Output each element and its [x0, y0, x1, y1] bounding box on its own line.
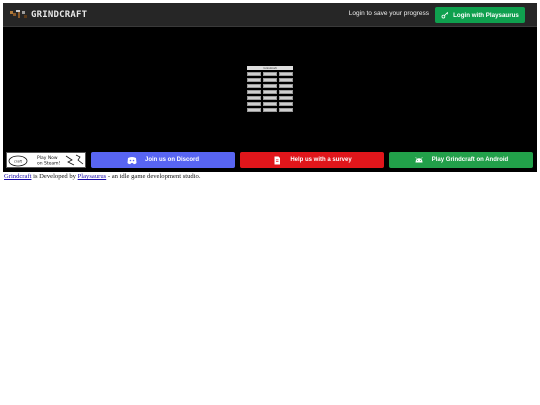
key-icon — [441, 11, 449, 19]
grid-tile[interactable] — [279, 96, 293, 100]
top-bar: GRINDCRAFT Login to save your progress L… — [3, 3, 537, 27]
game-title: Grindcraft — [247, 66, 293, 70]
survey-button-label: Help us with a survey — [290, 157, 352, 163]
footer-text-2: - an idle game development studio. — [106, 173, 201, 180]
grid-tile[interactable] — [247, 84, 261, 88]
grid-tile[interactable] — [247, 102, 261, 106]
grid-tile[interactable] — [247, 108, 261, 112]
grid-tile[interactable] — [263, 84, 277, 88]
svg-text:craft: craft — [14, 160, 23, 164]
game-window: GRINDCRAFT Login to save your progress L… — [3, 3, 537, 172]
grindcraft-link[interactable]: Grindcraft — [4, 173, 31, 180]
game-canvas[interactable]: Grindcraft — [247, 66, 293, 112]
grid-tile[interactable] — [263, 78, 277, 82]
android-button-label: Play Grindcraft on Android — [431, 157, 509, 163]
grid-tile[interactable] — [279, 90, 293, 94]
login-button-label: Login with Playsaurus — [453, 11, 519, 19]
grid-tile[interactable] — [279, 108, 293, 112]
grid-tile[interactable] — [263, 90, 277, 94]
svg-text:on Steam!: on Steam! — [37, 161, 61, 167]
logo-text: GRINDCRAFT — [31, 10, 88, 20]
grid-tile[interactable] — [279, 78, 293, 82]
pickaxe-logo-icon — [10, 10, 27, 18]
grid-tile[interactable] — [279, 84, 293, 88]
playsaurus-link[interactable]: Playsaurus — [78, 173, 107, 180]
grid-tile[interactable] — [279, 102, 293, 106]
login-prompt: Login to save your progress — [348, 10, 429, 17]
discord-button[interactable]: Join us on Discord — [91, 152, 235, 168]
discord-icon — [127, 156, 137, 164]
svg-text:Play Now: Play Now — [37, 155, 58, 161]
grid-tile[interactable] — [263, 102, 277, 106]
steam-badge-art: craft Play Now on Steam! — [6, 152, 86, 168]
grid-tile[interactable] — [263, 108, 277, 112]
grid-tile[interactable] — [247, 90, 261, 94]
login-button[interactable]: Login with Playsaurus — [435, 7, 525, 23]
steam-badge[interactable]: craft Play Now on Steam! — [6, 152, 86, 168]
grindcraft-logo[interactable]: GRINDCRAFT — [9, 8, 87, 22]
grid-tile[interactable] — [263, 96, 277, 100]
footer-credits: Grindcraft is Developed by Playsaurus - … — [4, 173, 201, 180]
grid-tile[interactable] — [247, 96, 261, 100]
grid-tile[interactable] — [279, 72, 293, 76]
discord-button-label: Join us on Discord — [144, 157, 199, 163]
android-button[interactable]: Play Grindcraft on Android — [389, 152, 533, 168]
footer-text-1: is Developed by — [31, 173, 78, 180]
grid-tile[interactable] — [247, 72, 261, 76]
android-icon — [415, 156, 423, 162]
grid-tile[interactable] — [247, 78, 261, 82]
survey-button[interactable]: Help us with a survey — [240, 152, 384, 168]
document-icon — [274, 156, 281, 164]
grid-tile[interactable] — [263, 72, 277, 76]
bottom-bar: craft Play Now on Steam! Join us on Disc… — [3, 150, 537, 170]
crafting-grid — [247, 72, 293, 112]
